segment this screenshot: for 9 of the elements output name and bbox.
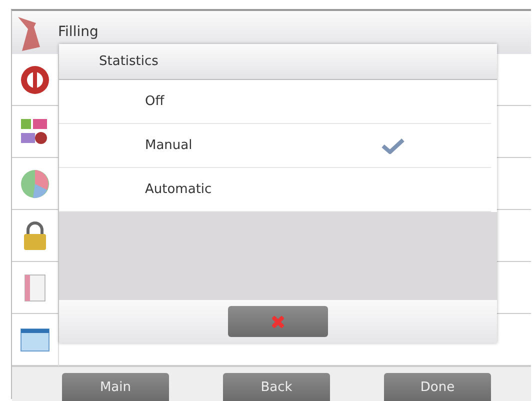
footer-button[interactable]: Back <box>223 373 330 401</box>
option-item[interactable]: Manual <box>59 124 491 168</box>
dialog-title: Statistics <box>99 52 158 71</box>
header-title: Filling <box>58 23 98 42</box>
close-icon <box>272 316 284 328</box>
footer-button[interactable]: Main <box>62 373 169 401</box>
footer-button[interactable]: Done <box>384 373 491 401</box>
option-item[interactable]: Off <box>59 80 491 124</box>
zero-icon[interactable] <box>19 64 51 96</box>
